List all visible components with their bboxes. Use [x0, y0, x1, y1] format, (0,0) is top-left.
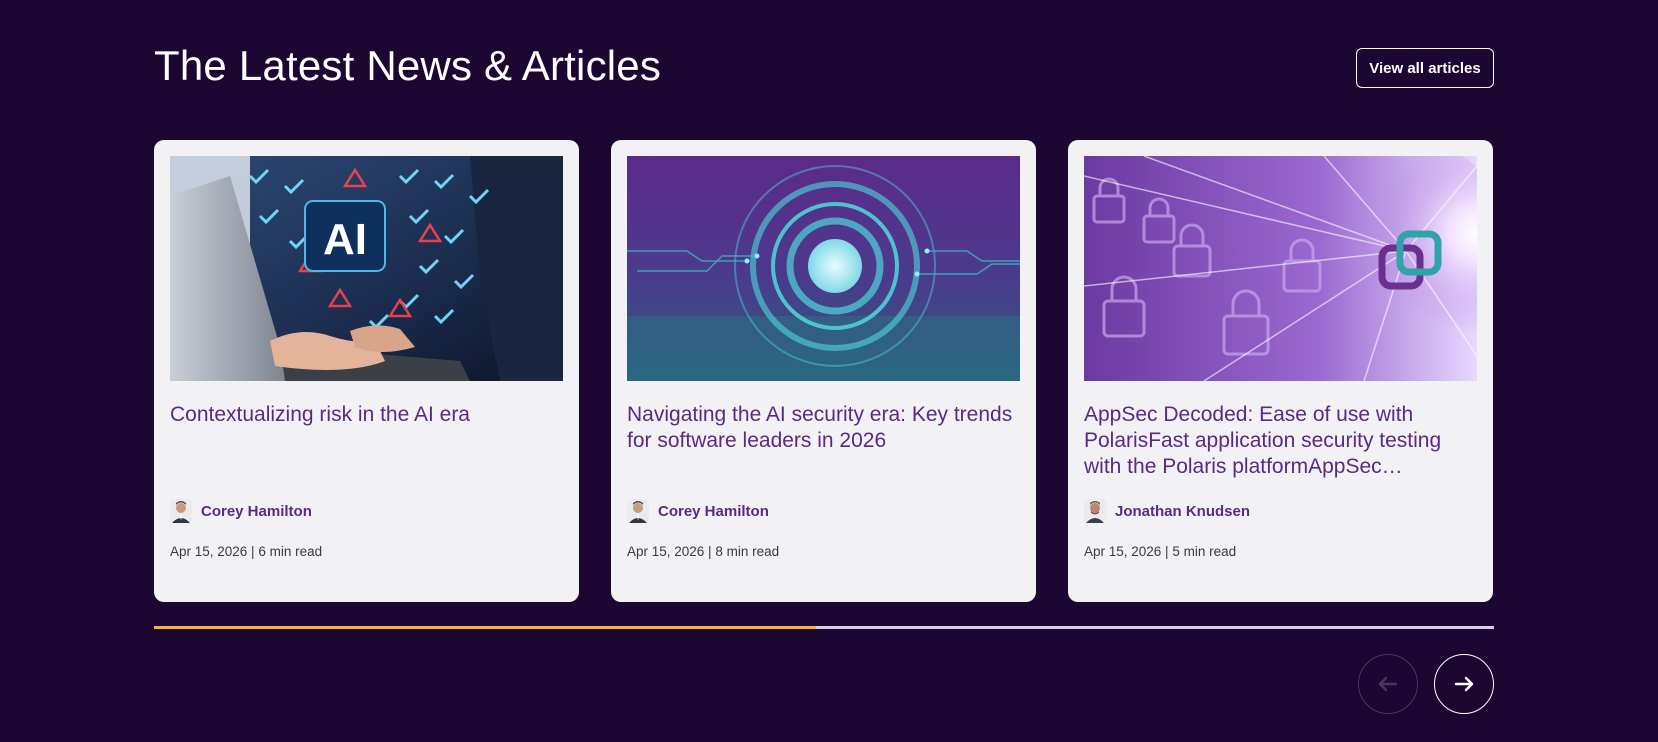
article-author: Jonathan Knudsen [1084, 499, 1250, 523]
author-avatar [1084, 499, 1106, 523]
article-author: Corey Hamilton [627, 499, 769, 523]
article-meta: Apr 15, 2026 | 5 min read [1084, 544, 1237, 559]
article-meta: Apr 15, 2026 | 6 min read [170, 544, 323, 559]
article-title[interactable]: Navigating the AI security era: Key tren… [627, 402, 1020, 454]
article-title[interactable]: Contextualizing risk in the AI era [170, 402, 563, 428]
author-avatar [627, 499, 649, 523]
svg-text:AI: AI [323, 215, 367, 264]
article-card[interactable]: AI Contextualizing risk in the AI era Co… [154, 140, 579, 602]
arrow-right-icon [1454, 676, 1474, 692]
news-section: The Latest News & Articles View all arti… [154, 0, 1494, 742]
carousel-progress-bar [154, 626, 1494, 629]
author-name[interactable]: Corey Hamilton [201, 503, 312, 520]
circuit-target-rings-image[interactable] [627, 156, 1020, 381]
author-name[interactable]: Corey Hamilton [658, 503, 769, 520]
article-meta: Apr 15, 2026 | 8 min read [627, 544, 780, 559]
carousel-next-button[interactable] [1434, 654, 1494, 714]
section-title: The Latest News & Articles [154, 42, 662, 89]
article-title[interactable]: AppSec Decoded: Ease of use with Polaris… [1084, 402, 1477, 480]
carousel-progress-fill [154, 626, 816, 629]
view-all-articles-button[interactable]: View all articles [1356, 48, 1494, 88]
article-author: Corey Hamilton [170, 499, 312, 523]
carousel-prev-button[interactable] [1358, 654, 1418, 714]
arrow-left-icon [1378, 676, 1398, 692]
ai-laptop-checklist-image[interactable]: AI [170, 156, 563, 381]
author-avatar [170, 499, 192, 523]
article-card[interactable]: Navigating the AI security era: Key tren… [611, 140, 1036, 602]
author-name[interactable]: Jonathan Knudsen [1115, 503, 1250, 520]
padlocks-light-burst-image[interactable] [1084, 156, 1477, 381]
article-card[interactable]: AppSec Decoded: Ease of use with Polaris… [1068, 140, 1493, 602]
article-carousel: AI Contextualizing risk in the AI era Co… [154, 140, 1494, 602]
